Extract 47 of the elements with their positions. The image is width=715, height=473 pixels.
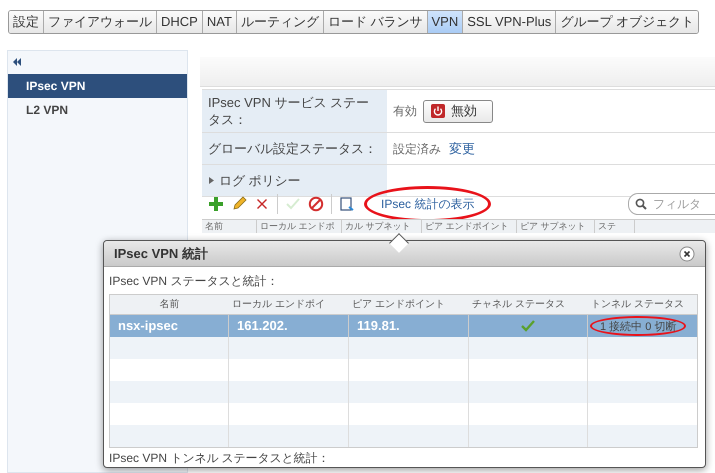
table-cell: nsx-ipsec	[118, 318, 178, 333]
tab[interactable]: グループ オブジェクト	[555, 11, 698, 33]
tab[interactable]: 設定	[9, 11, 43, 33]
tab[interactable]: DHCP	[156, 11, 202, 33]
status-text: 設定済み	[393, 140, 441, 158]
column-header: 名前	[205, 221, 223, 231]
no-entry-icon[interactable]	[308, 196, 324, 212]
column-header: カル サブネット	[345, 221, 411, 231]
column-header: ピア エンドポイント	[352, 299, 445, 310]
disable-button[interactable]: 無効	[423, 100, 493, 122]
setting-label: IPsec VPN サービス ステータス：	[208, 94, 370, 128]
table-cell: 119.81.	[357, 318, 400, 333]
sidebar-item[interactable]: IPsec VPN	[8, 74, 187, 98]
collapse-icon[interactable]	[12, 57, 22, 67]
filter-field[interactable]: フィルタ	[628, 193, 715, 215]
tab[interactable]: ルーティング	[236, 11, 323, 33]
setting-label: グローバル設定ステータス：	[208, 140, 377, 157]
document-icon[interactable]	[339, 196, 355, 212]
section-title: IPsec VPN トンネル ステータスと統計：	[108, 450, 331, 466]
tab[interactable]: ロード バランサ	[322, 11, 427, 33]
column-header: ローカル エンドポ	[260, 221, 335, 231]
column-header: ピア サブネット	[520, 221, 586, 231]
tab[interactable]: SSL VPN-Plus	[462, 11, 556, 33]
column-header: 名前	[160, 299, 180, 310]
change-link[interactable]: 変更	[449, 138, 475, 158]
search-icon	[635, 198, 647, 210]
add-icon[interactable]	[208, 196, 224, 212]
tab[interactable]: NAT	[202, 11, 236, 33]
dialog-title: IPsec VPN 統計	[114, 244, 208, 263]
column-header: ステ	[598, 221, 616, 231]
column-header: ローカル エンドポイ	[232, 299, 325, 310]
stats-link[interactable]: IPsec 統計の表示	[381, 195, 474, 213]
tab[interactable]: VPN	[426, 11, 462, 33]
column-header: トンネル ステータス	[591, 299, 684, 310]
close-icon[interactable]	[679, 246, 695, 262]
section-title: IPsec VPN ステータスと統計：	[108, 273, 280, 290]
column-header: ピア エンドポイント	[425, 221, 509, 231]
table-row[interactable]: nsx-ipsec 161.202. 119.81. 1 接続中 0 切断	[110, 315, 697, 337]
column-header: チャネル ステータス	[472, 299, 565, 310]
sidebar-item[interactable]: L2 VPN	[8, 98, 187, 122]
pencil-icon[interactable]	[231, 196, 247, 212]
power-icon	[431, 104, 445, 118]
expand-icon	[208, 177, 215, 184]
tab[interactable]: ファイアウォール	[43, 11, 156, 33]
table-cell: 161.202.	[237, 318, 288, 333]
table-cell: 1 接続中 0 切断	[600, 321, 676, 333]
status-text: 有効	[393, 103, 417, 120]
